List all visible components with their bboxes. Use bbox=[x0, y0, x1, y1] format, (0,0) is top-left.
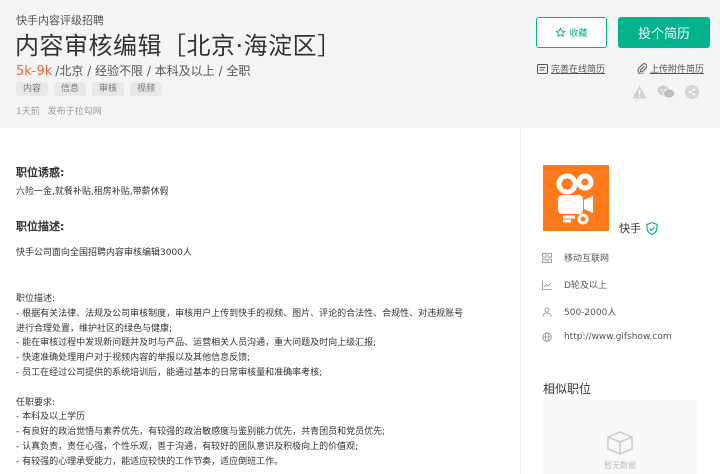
stage-text: D轮及以上 bbox=[564, 281, 607, 291]
verified-icon bbox=[646, 221, 658, 235]
description-line: - 根据有关法律、法规及公司审核制度，审核用户上传到快手的视频、图片、评论的合法… bbox=[16, 308, 464, 319]
description-line: - 有较强的心理承受能力，能适应较快的工作节奏，适应倒班工作。 bbox=[16, 456, 284, 467]
wechat-icon[interactable] bbox=[657, 85, 675, 99]
company-sidebar: 快手 移动互联网 D轮及以上 500-2000人 http://www.gifs… bbox=[521, 128, 720, 474]
people-icon bbox=[542, 307, 552, 317]
description-intro: 快手公司面向全国招聘内容审核编辑3000人 bbox=[16, 248, 192, 258]
benefits-text: 六险一金,就餐补贴,租房补贴,带薪休假 bbox=[16, 187, 169, 197]
company-name-text: 快手 bbox=[619, 222, 641, 235]
job-requirements: 5k-9k/北京 / 经验不限 / 本科及以上 / 全职 bbox=[16, 62, 250, 79]
star-icon bbox=[555, 27, 567, 38]
description-title: 职位描述: bbox=[16, 220, 65, 233]
description-line: - 本科及以上学历 bbox=[16, 412, 86, 423]
empty-text: 暂无数据 bbox=[604, 461, 636, 470]
empty-box-icon bbox=[607, 431, 633, 455]
job-tag[interactable]: 审核 bbox=[92, 82, 125, 96]
similar-jobs-empty: 暂无数据 bbox=[543, 400, 697, 474]
grid-icon bbox=[542, 252, 552, 263]
benefits-title: 职位诱惑: bbox=[16, 166, 65, 179]
publish-info: 1天前 发布于拉勾网 bbox=[16, 104, 110, 117]
job-header: 快手内容评级招聘 内容审核编辑［北京·海淀区］ 5k-9k/北京 / 经验不限 … bbox=[0, 0, 720, 128]
similar-jobs-title: 相似职位 bbox=[543, 382, 592, 396]
company-logo[interactable] bbox=[543, 165, 609, 231]
description-line bbox=[16, 381, 463, 396]
description-line: - 能在审核过程中发现新问题并及时与产品、运营相关人员沟通，重大问题及时向上级汇… bbox=[16, 338, 377, 349]
industry-text: 移动互联网 bbox=[564, 254, 610, 264]
chart-icon bbox=[542, 280, 552, 290]
size-text: 500-2000人 bbox=[564, 308, 617, 318]
job-detail: 职位诱惑: 六险一金,就餐补贴,租房补贴,带薪休假 职位描述: 快手公司面向全国… bbox=[0, 128, 520, 474]
kuaishou-logo-icon bbox=[556, 173, 594, 225]
requirements-text: /北京 / 经验不限 / 本科及以上 / 全职 bbox=[55, 64, 251, 78]
description-line: - 认真负责，责任心强，个性乐观，善于沟通，有较好的团队意识及积极向上的价值观; bbox=[16, 441, 359, 452]
online-resume-link[interactable]: 完善在线简历 bbox=[537, 62, 605, 75]
company-industry: 移动互联网 bbox=[542, 251, 609, 264]
job-tag[interactable]: 内容 bbox=[16, 82, 49, 96]
salary: 5k-9k bbox=[16, 64, 53, 79]
company-stage: D轮及以上 bbox=[542, 278, 607, 291]
online-resume-label: 完善在线简历 bbox=[551, 65, 606, 75]
apply-button[interactable]: 投个简历 bbox=[618, 17, 710, 48]
job-title: 内容审核编辑［北京·海淀区］ bbox=[15, 32, 342, 60]
publish-time: 1天前 bbox=[16, 107, 40, 117]
description-line: 进行合理处置，维护社区的绿色与健康; bbox=[16, 323, 173, 334]
company-name[interactable]: 快手 bbox=[619, 220, 658, 236]
description-line: - 有良好的政治觉悟与素养优先，有较强的政治敏感度与鉴别能力优先，共青团员和党员… bbox=[16, 427, 386, 438]
collect-button[interactable]: 收藏 bbox=[536, 17, 607, 48]
description-line: - 员工在经过公司提供的系统培训后，能通过基本的日常审核量和准确率考核; bbox=[16, 367, 323, 378]
share-icon[interactable] bbox=[685, 85, 699, 99]
description-line: - 快速准确处理用户对于视频内容的举报以及其他信息反馈; bbox=[16, 353, 251, 364]
warning-icon[interactable] bbox=[632, 85, 647, 99]
upload-resume-label: 上传附件简历 bbox=[650, 65, 705, 75]
job-tag[interactable]: 视频 bbox=[130, 82, 163, 96]
description-line: 职位描述: bbox=[16, 294, 56, 304]
paperclip-icon bbox=[637, 63, 647, 74]
description-body: 职位描述: - 根据有关法律、法规及公司审核制度，审核用户上传到快手的视频、图片… bbox=[16, 292, 463, 470]
description-line: 任职要求: bbox=[16, 397, 56, 408]
website-text: http://www.gifshow.com bbox=[564, 332, 672, 342]
job-tag[interactable]: 信息 bbox=[54, 82, 87, 96]
upload-resume-link[interactable]: 上传附件简历 bbox=[637, 62, 704, 75]
company-size: 500-2000人 bbox=[542, 305, 616, 318]
job-tags: 内容 信息 审核 视频 bbox=[16, 82, 163, 96]
header-tool-icons bbox=[632, 85, 699, 99]
collect-label: 收藏 bbox=[569, 29, 588, 39]
resume-icon bbox=[537, 63, 548, 74]
company-website[interactable]: http://www.gifshow.com bbox=[542, 332, 672, 342]
publish-source: 发布于拉勾网 bbox=[47, 107, 102, 117]
globe-icon bbox=[542, 332, 552, 342]
